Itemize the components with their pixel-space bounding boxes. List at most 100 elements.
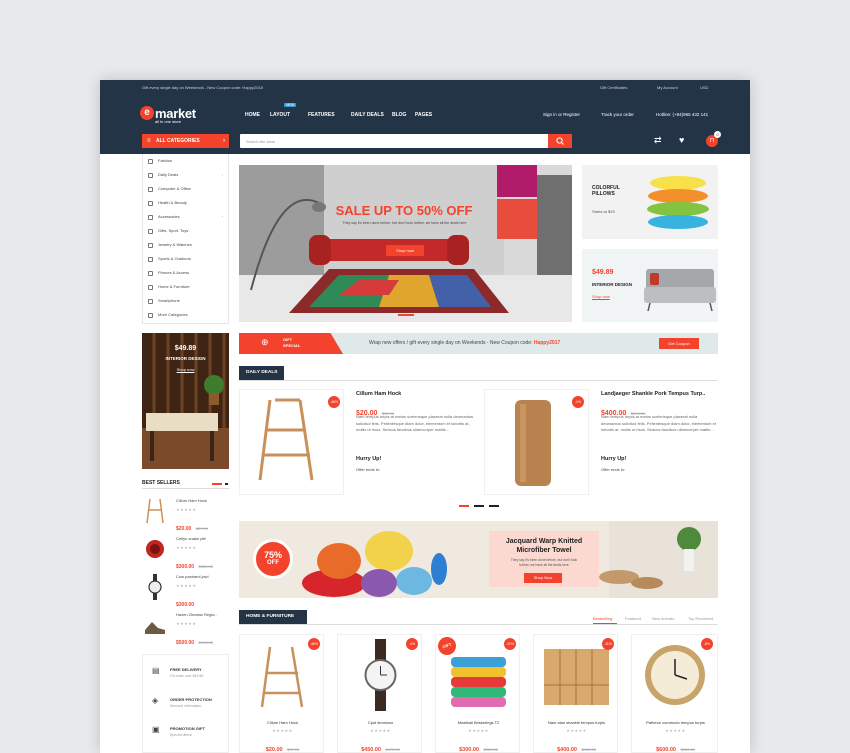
deal-discount-badge: -1%: [572, 396, 584, 408]
interior-link[interactable]: Shop now: [592, 294, 610, 299]
slider-dot[interactable]: [398, 314, 414, 316]
bestseller-thumb[interactable]: [142, 496, 168, 526]
deals-dot[interactable]: [474, 505, 484, 507]
search-input[interactable]: Search the store: [240, 134, 572, 148]
product-card[interactable]: Cpid densinso ★★★★★ $450.00 $470.00: [337, 634, 422, 753]
category-item[interactable]: Fashion: [148, 154, 228, 168]
bestseller-thumb[interactable]: [142, 572, 168, 602]
gift-bar-text: Wrap new offers / gift every single day …: [369, 340, 561, 346]
bestseller-thumb[interactable]: [142, 534, 168, 564]
hero-image: [239, 165, 572, 322]
bestseller-name[interactable]: Hazen Zimalan Regla..: [176, 612, 217, 617]
delivery-truck-icon: ▤: [152, 666, 160, 675]
tab-new-arrivals[interactable]: New Arrivals: [652, 616, 674, 621]
track-order-link[interactable]: Track your order: [601, 112, 634, 117]
product-name: Meatball Brisketings T2: [457, 720, 500, 725]
best-sellers-dot[interactable]: [225, 483, 228, 485]
deal-title[interactable]: Landjaeger Shankle Pork Tempus Turp..: [601, 391, 718, 397]
category-item[interactable]: Accessories ›: [148, 210, 228, 224]
get-coupon-button[interactable]: Get Coupon: [659, 338, 699, 349]
category-item[interactable]: Health & Beauty: [148, 196, 228, 210]
category-item[interactable]: Jewelry & Watches: [148, 238, 228, 252]
all-categories-button[interactable]: ALL CATEGORIES ≡ ›: [142, 134, 229, 148]
bestseller-name[interactable]: Cow pastrami jowl: [176, 574, 208, 579]
wishlist-heart-icon[interactable]: ♥: [679, 136, 684, 145]
bestseller-price-row: $20.00 $37.99: [176, 526, 208, 532]
tab-bestselling[interactable]: Bestselling: [593, 616, 612, 621]
bestseller-thumb[interactable]: [142, 610, 168, 640]
deal-title[interactable]: Cillum Ham Hock: [356, 391, 401, 397]
interior-price: $49.89: [592, 269, 614, 276]
hero-shop-button[interactable]: Shop now: [386, 245, 424, 256]
best-sellers-dot[interactable]: [212, 483, 222, 485]
bestseller-name[interactable]: Cetlyn snake pitt: [176, 536, 206, 541]
product-card[interactable]: Patheon commodo tempus turpis ★★★★★ $600…: [631, 634, 718, 753]
gift-certificates-link[interactable]: Gift Certificates: [600, 85, 627, 90]
fashion-icon: [148, 158, 153, 164]
product-price-row: $20.00 $37.99: [265, 747, 300, 753]
pillows-price: Starts at $29: [592, 209, 615, 214]
category-item[interactable]: Computer & Office: [148, 182, 228, 196]
compare-icon[interactable]: ⇄: [654, 136, 662, 145]
category-item[interactable]: Daily Deals ›: [148, 168, 228, 182]
logo-tagline: all in one store: [155, 119, 182, 124]
divider: [142, 488, 229, 489]
logo[interactable]: e market all in one store: [140, 106, 210, 128]
discount-circle: 75% OFF: [253, 539, 293, 579]
shoes-thumb-icon: [145, 622, 165, 634]
currency-select[interactable]: USD: [700, 85, 708, 90]
nav-features[interactable]: FEATURES: [308, 112, 335, 118]
nav-layout[interactable]: LAYOUT: [270, 112, 290, 118]
product-price-row: $450.00 $470.00: [361, 747, 400, 753]
hero-slider[interactable]: SALE UP TO 50% OFF They say it's been do…: [239, 165, 572, 322]
service-title: FREE DELIVERY: [170, 667, 202, 672]
deals-dot[interactable]: [489, 505, 499, 507]
rating-stars: ★★★★★: [272, 728, 293, 733]
search-button[interactable]: [548, 134, 572, 148]
nav-pages[interactable]: PAGES: [415, 112, 432, 118]
gift-box-icon: ⊕: [261, 337, 269, 347]
product-card[interactable]: Nam alan shankle tempus turpis ★★★★★ $40…: [533, 634, 618, 753]
tab-featured[interactable]: Featured: [625, 616, 641, 621]
deals-icon: [148, 172, 153, 178]
towel-banner-image: [239, 521, 718, 598]
category-item[interactable]: More Categories: [148, 308, 228, 322]
signin-link[interactable]: Sign in or Register: [543, 112, 580, 117]
left-banner-link[interactable]: Shop now: [142, 367, 229, 372]
product-card[interactable]: Cillum Ham Hock ★★★★★ $20.00 $37.99: [239, 634, 324, 753]
category-item[interactable]: Gifts, Sport, Toys: [148, 224, 228, 238]
deals-dot[interactable]: [459, 505, 469, 507]
hero-subtext: They say it's been done before, but don'…: [342, 221, 467, 225]
chair-thumb-icon: [146, 498, 164, 524]
special-label: SPECIAL: [283, 343, 301, 348]
category-item[interactable]: Smartphone: [148, 294, 228, 308]
service-sub: Secured information: [170, 704, 202, 708]
shield-icon: ◈: [152, 696, 159, 705]
tab-top-reviewed[interactable]: Top Reviewed: [688, 616, 713, 621]
chevron-icon: ›: [223, 138, 225, 144]
interior-banner[interactable]: $49.89 INTERIOR DESIGN Shop now: [582, 249, 718, 322]
deal-description: Nam tempus turpis at metus scelerisque p…: [356, 414, 474, 432]
nav-blog[interactable]: BLOG: [392, 112, 406, 118]
pillows-banner[interactable]: COLORFUL PILLOWS Starts at $29: [582, 165, 718, 239]
chevron-right-icon: ›: [221, 214, 223, 219]
menu-icon: ≡: [147, 138, 151, 144]
divider: [239, 380, 718, 381]
towel-banner[interactable]: 75% OFF Jacquard Warp Knitted Microfiber…: [239, 521, 718, 598]
product-name: Nam alan shankle tempus turpis: [547, 720, 606, 725]
bestseller-name[interactable]: Cillum Ham Hock: [176, 498, 207, 503]
furniture-icon: [148, 284, 153, 290]
category-item[interactable]: Home & Furniture: [148, 280, 228, 294]
chevron-right-icon: ›: [221, 172, 223, 177]
nav-daily-deals[interactable]: DAILY DEALS: [351, 112, 384, 118]
nav-home[interactable]: HOME: [245, 112, 260, 118]
left-interior-banner[interactable]: $49.89 INTERIOR DESIGN Shop now: [142, 333, 229, 469]
category-item[interactable]: Phones & Access: [148, 266, 228, 280]
product-name: Cillum Ham Hock: [267, 720, 298, 725]
towel-shop-button[interactable]: Shop Now: [524, 573, 562, 583]
coupon-code: Happy2017: [533, 340, 561, 346]
new-badge: NEW: [284, 103, 297, 107]
my-account-link[interactable]: My Account: [657, 85, 678, 90]
towel-subtext: They say it's been done before, but don'…: [510, 558, 578, 567]
category-item[interactable]: Sports & Outdoors: [148, 252, 228, 266]
